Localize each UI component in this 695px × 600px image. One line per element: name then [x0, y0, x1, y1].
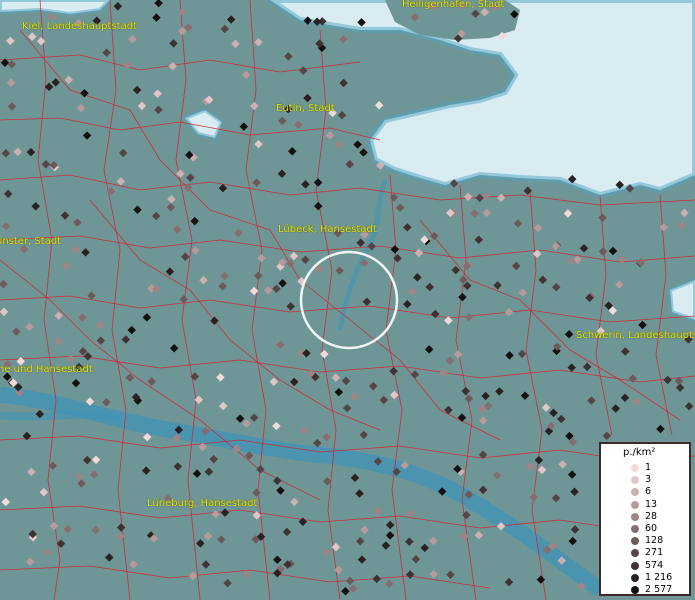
- map-canvas[interactable]: [0, 0, 695, 600]
- legend-swatch: [631, 525, 639, 533]
- legend-swatch: [631, 586, 639, 594]
- city-label-schwerin: Schwerin, Landeshauptstadt: [576, 330, 695, 341]
- legend-swatch: [631, 537, 639, 546]
- city-label-kiel: Kiel, Landeshauptstadt: [22, 21, 137, 32]
- legend-swatch: [631, 488, 639, 497]
- legend-swatch: [631, 549, 639, 558]
- legend-label: 6: [645, 486, 652, 498]
- legend-entry: 28: [601, 511, 691, 523]
- legend-swatch: [631, 573, 639, 582]
- legend-entry: 6: [601, 486, 691, 498]
- city-label-eutin: Eutin, Stadt: [276, 103, 335, 114]
- city-label-luebeck: Lübeck, Hansestadt: [278, 224, 377, 235]
- legend-label: 28: [645, 510, 658, 522]
- legend-entry: 3: [601, 474, 691, 486]
- legend-label: 3: [645, 474, 652, 486]
- legend-swatch: [631, 561, 639, 570]
- legend-title: p./km²: [623, 447, 656, 458]
- legend-label: 128: [645, 535, 664, 547]
- legend-entry: 1: [601, 462, 691, 474]
- city-label-heiligenhafen: Heiligenhafen, Stadt: [402, 0, 505, 10]
- elbe-river-branch: [0, 410, 121, 422]
- legend-entry: 2 577: [601, 584, 691, 596]
- legend-label: 271: [645, 547, 664, 559]
- legend-label: 2 577: [645, 584, 673, 595]
- legend-label: 60: [645, 523, 658, 534]
- legend-entry: 574: [601, 560, 691, 572]
- kiel-coast: [0, 0, 113, 17]
- legend-entry: 271: [601, 547, 691, 559]
- legend-label: 13: [645, 498, 658, 510]
- legend-entry: 128: [601, 535, 691, 547]
- legend-swatch: [631, 512, 639, 521]
- density-legend: p./km² 1 3 6 13 28 60 128 271 574 1 216 2 577: [599, 442, 691, 596]
- legend-label: 574: [645, 559, 664, 571]
- city-label-lueneburg: Lüneburg, Hansestadt: [147, 498, 258, 509]
- legend-entry: 60: [601, 523, 691, 535]
- legend-swatch: [631, 500, 639, 509]
- legend-label: 1 216: [645, 571, 673, 583]
- legend-swatch: [631, 476, 639, 485]
- city-label-hamburg: he und Hansestadt: [0, 364, 93, 375]
- legend-label: 1: [645, 462, 652, 473]
- legend-swatch: [631, 464, 639, 472]
- map-view[interactable]: Kiel, Landeshauptstadt Heiligenhafen, St…: [0, 0, 695, 600]
- legend-entry: 13: [601, 499, 691, 511]
- legend-entry: 1 216: [601, 572, 691, 584]
- city-label-neumuenster: ünster, Stadt: [0, 236, 62, 247]
